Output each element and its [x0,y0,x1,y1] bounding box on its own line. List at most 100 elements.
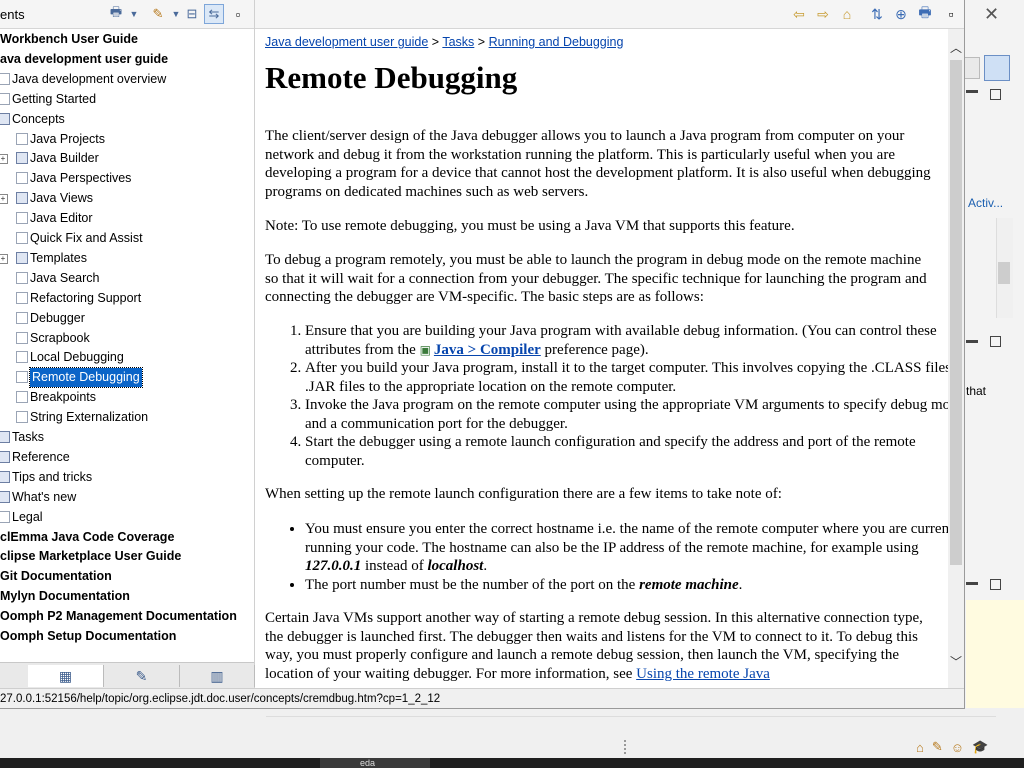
java-compiler-link[interactable]: Java > Compiler [434,342,541,358]
book-icon [0,490,10,503]
chevron-down-icon[interactable]: ▼ [124,4,144,24]
expand-icon[interactable]: + [0,154,8,165]
host-example: localhost [427,558,484,574]
book-icon [0,450,10,463]
page-icon [16,371,28,384]
perspective-switcher-icon[interactable] [984,55,1010,81]
maximize-icon[interactable] [990,579,1001,590]
toc-item-label: Java Editor [30,211,93,226]
page-icon [16,291,28,304]
toc-item-label: Debugger [30,310,85,325]
page-icon [16,351,28,364]
toc-item-label: Git Documentation [0,569,112,584]
toc-item-label: Oomph P2 Management Documentation [0,609,237,624]
list-item: Start the debugger using a remote launch… [305,433,948,470]
background-splitter[interactable] [624,740,628,754]
page-icon [16,232,28,244]
heap-status-icon[interactable]: ⌂ [916,740,924,755]
list-item: Ensure that you are building your Java p… [305,322,948,359]
breadcrumb-link[interactable]: Running and Debugging [489,35,624,49]
maximize-icon[interactable] [990,89,1001,100]
expand-icon[interactable]: + [0,194,8,205]
minimize-icon[interactable] [966,582,978,585]
search-scope-icon[interactable]: ✎ [148,4,168,24]
taskbar [0,758,1024,768]
page-icon [16,391,28,404]
list-item: You must ensure you enter the correct ho… [305,520,948,576]
toc-item-label: ava development user guide [0,51,169,66]
toc-item-label: Local Debugging [30,350,124,365]
print-icon[interactable]: 🖶 [915,4,935,24]
alternative-paragraph: Certain Java VMs support another way of … [265,610,923,682]
link-with-contents-icon[interactable]: ⇆ [204,4,224,24]
print-icon[interactable]: 🖶 [106,4,126,24]
background-status-icons: ⌂ ✎ ☺ 🎓 [916,738,1016,756]
page-icon [16,311,28,324]
maximize-icon[interactable]: ▫ [941,4,961,24]
book-icon [16,251,28,264]
index-icon: ✎ [135,667,148,684]
toc-item-label: What's new [12,489,77,504]
toc-item-label: String Externalization [30,410,149,425]
page-icon [16,271,28,284]
intro-paragraph: The client/server design of the Java deb… [265,128,931,200]
back-arrow-icon[interactable]: ⇦ [789,4,809,24]
page-icon [16,172,28,185]
close-icon[interactable]: ✕ [984,4,999,25]
graduation-cap-icon[interactable]: 🎓 [972,739,988,755]
status-url: 27.0.0.1:52156/help/topic/org.eclipse.jd… [0,693,441,705]
toc-tree[interactable]: Workbench User Guide ava development user… [0,30,254,660]
tab-index[interactable]: ✎ [104,665,180,687]
toc-item-label: Remote Debugging [29,367,143,389]
remote-java-link[interactable]: Using the remote Java [636,666,770,682]
page-icon [0,510,10,523]
maximize-icon[interactable]: ▫ [228,4,248,24]
collapse-all-icon[interactable]: ⊟ [182,4,202,24]
toc-item-label: Java Views [30,191,93,206]
chevron-up-icon[interactable]: ︿ [950,39,962,56]
toc-item-label: Legal [12,509,43,524]
background-horizontal-scrollbar[interactable] [266,716,996,729]
breadcrumb-link[interactable]: Java development user guide [265,35,428,49]
list-item: The port number must be the number of th… [305,576,948,595]
book-icon [16,192,28,205]
minimize-icon[interactable] [966,90,978,93]
breadcrumb-separator: > [431,35,440,49]
show-in-toc-icon[interactable]: ⇅ [867,4,887,24]
smiley-icon[interactable]: ☺ [951,740,964,755]
toc-item-label: Reference [12,449,70,464]
page-icon [0,92,10,105]
help-content: Java development user guide > Tasks > Ru… [256,29,948,688]
page-icon [16,212,28,225]
status-bar: 27.0.0.1:52156/help/topic/org.eclipse.jd… [0,688,964,708]
breadcrumb-link[interactable]: Tasks [442,35,474,49]
toc-item-label: clipse Marketplace User Guide [0,549,182,564]
contents-icon: ▦ [58,667,73,684]
pen-icon[interactable]: ✎ [932,739,943,755]
chevron-down-icon[interactable]: ﹀ [950,653,962,670]
toc-item-label: clEmma Java Code Coverage [0,529,175,544]
taskbar-item[interactable]: eda [320,758,430,768]
toc-item-label: Oomph Setup Documentation [0,629,177,643]
toc-item-label: Java Search [30,270,100,285]
tab-bookmarks[interactable]: ▥ [180,665,255,687]
toc-item-label: Java Projects [30,131,106,146]
toc-item-label: Templates [30,250,87,265]
content-scrollbar-thumb[interactable] [950,60,962,565]
list-item: After you build your Java program, insta… [305,359,948,396]
home-icon[interactable]: ⌂ [837,4,857,24]
book-icon [0,470,10,483]
breadcrumb-separator: > [477,35,486,49]
background-scrollbar-thumb[interactable] [998,262,1010,284]
tab-contents[interactable]: ▦ [28,665,104,687]
page-icon [16,331,28,344]
note-paragraph: Note: To use remote debugging, you must … [265,218,795,234]
minimize-icon[interactable] [966,340,978,343]
bookmark-add-icon[interactable]: ⊕ [891,4,911,24]
expand-icon[interactable]: + [0,253,8,264]
forward-arrow-icon[interactable]: ⇨ [813,4,833,24]
toc-item-label: Concepts [12,111,65,126]
page-icon [16,132,28,145]
maximize-icon[interactable] [990,336,1001,347]
toc-item-label: Tasks [12,430,44,444]
